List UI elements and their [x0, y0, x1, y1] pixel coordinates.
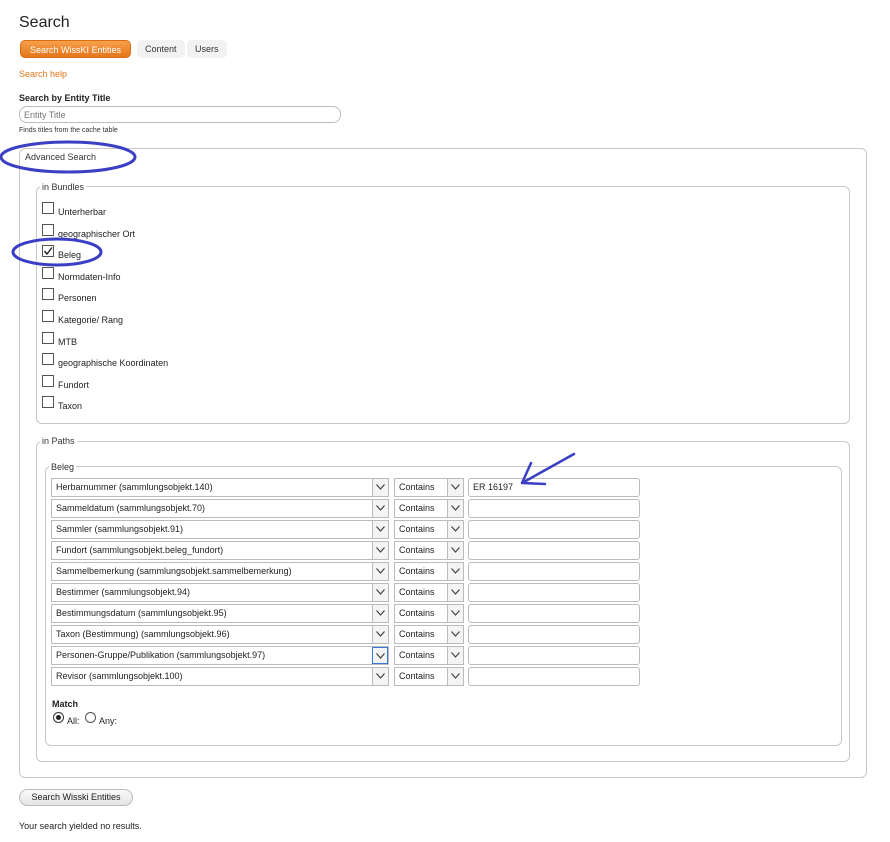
annotation-ellipse-beleg	[11, 237, 103, 267]
annotation-ellipse-advanced	[0, 140, 137, 174]
annotation-arrow-icon	[520, 452, 576, 486]
annotation-overlay	[0, 140, 576, 486]
